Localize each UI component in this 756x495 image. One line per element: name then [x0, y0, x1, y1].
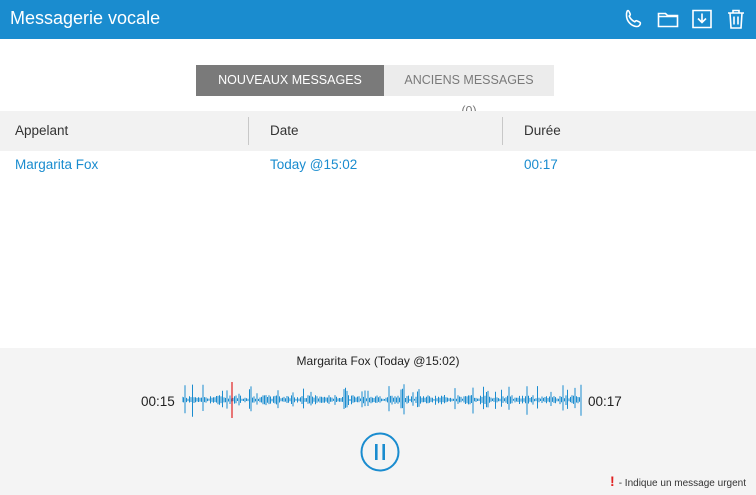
column-divider[interactable]	[248, 117, 249, 145]
phone-icon[interactable]	[622, 7, 646, 31]
current-time: 00:15	[141, 394, 175, 409]
audio-player: Margarita Fox (Today @15:02) 00:15 00:17…	[0, 348, 756, 495]
message-tabs: NOUVEAUX MESSAGES (1) ANCIENS MESSAGES (…	[196, 65, 554, 118]
folder-icon[interactable]	[656, 7, 680, 31]
table-row[interactable]: Margarita Fox Today @15:02 00:17	[0, 151, 756, 179]
duration-cell: 00:17	[524, 157, 558, 172]
toolbar	[622, 7, 748, 31]
column-header-caller[interactable]: Appelant	[15, 111, 68, 151]
download-icon[interactable]	[690, 7, 714, 31]
title-bar: Messagerie vocale	[0, 0, 756, 39]
urgent-legend-text: - Indique un message urgent	[618, 478, 746, 489]
urgent-mark-icon: !	[610, 473, 615, 489]
total-time: 00:17	[588, 394, 622, 409]
pause-button[interactable]	[360, 432, 400, 472]
trash-icon[interactable]	[724, 7, 748, 31]
waveform-path	[182, 384, 582, 417]
column-header-date[interactable]: Date	[270, 111, 299, 151]
pause-icon	[375, 444, 385, 460]
waveform[interactable]	[182, 380, 582, 420]
caller-cell: Margarita Fox	[15, 157, 99, 172]
tab-new-messages[interactable]: NOUVEAUX MESSAGES (1)	[196, 65, 384, 118]
window-title: Messagerie vocale	[10, 8, 161, 28]
table-header: Appelant Date Durée	[0, 111, 756, 151]
tab-old-messages[interactable]: ANCIENS MESSAGES (0)	[384, 65, 554, 118]
column-divider[interactable]	[502, 117, 503, 145]
urgent-legend: ! - Indique un message urgent	[610, 473, 746, 489]
player-caption: Margarita Fox (Today @15:02)	[296, 354, 460, 368]
date-cell: Today @15:02	[270, 157, 358, 172]
column-header-duration[interactable]: Durée	[524, 111, 561, 151]
